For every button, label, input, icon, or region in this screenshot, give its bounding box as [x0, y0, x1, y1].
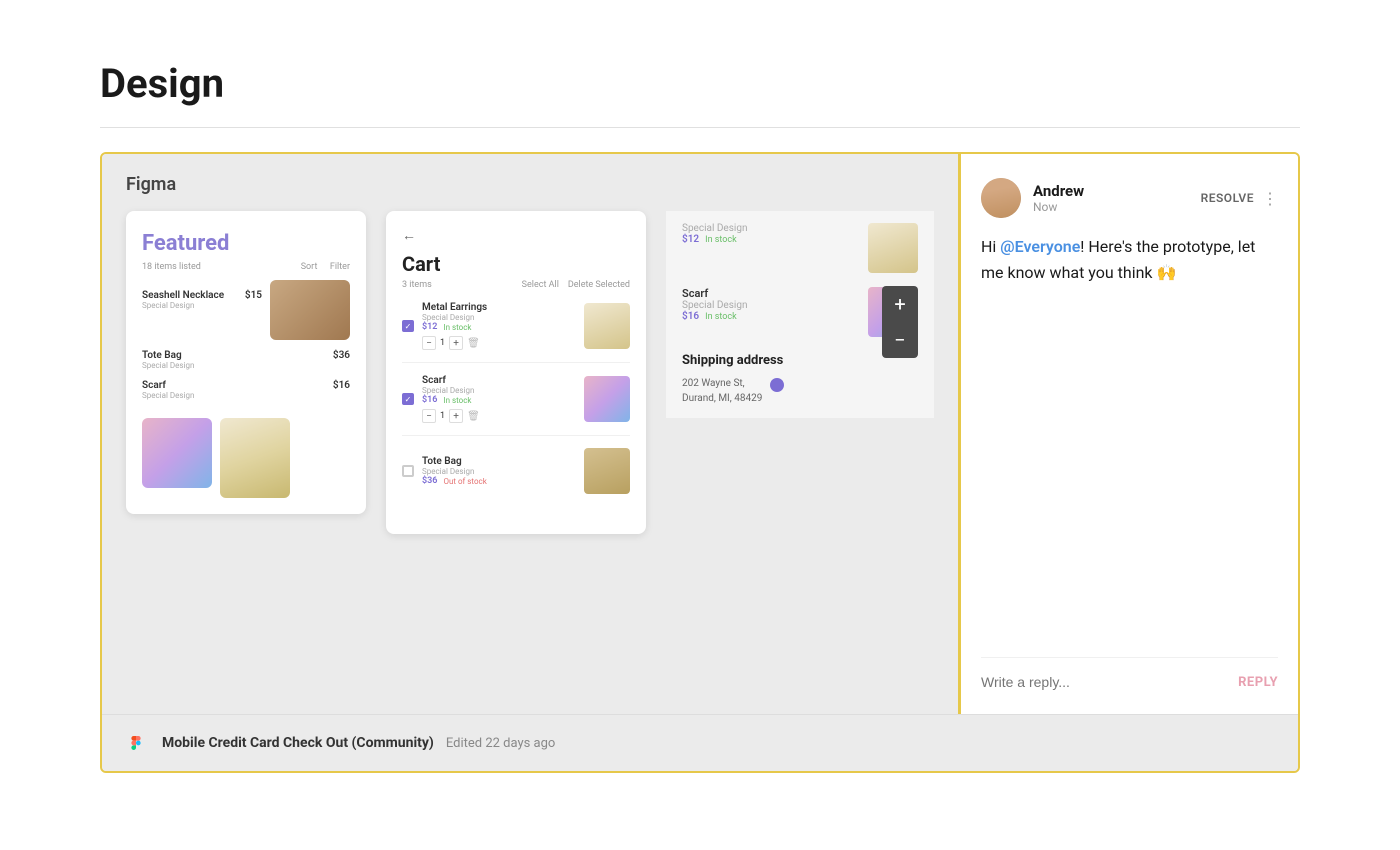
figma-area: Figma Featured 18 items listed Sort [102, 154, 958, 714]
featured-title: Featured [142, 231, 350, 256]
out-of-stock: Out of stock [443, 477, 486, 486]
overlay-earrings-info: Special Design $12 In stock [682, 223, 858, 245]
avatar [981, 178, 1021, 218]
stepper-earrings: − 1 + 🗑 [422, 336, 576, 350]
comment-reply-area: REPLY [981, 657, 1278, 690]
cart-items-count: 3 items [402, 280, 432, 290]
cart-item-earrings-info: Metal Earrings Special Design $12 In sto… [422, 302, 576, 350]
stepper-plus-earrings[interactable]: + [449, 336, 463, 350]
cart-scarf-image [584, 376, 630, 422]
frame-featured: Featured 18 items listed Sort Filter [126, 211, 366, 514]
overlay-earring-image [868, 223, 918, 273]
page-container: Design Figma Featured 18 items listed S [100, 60, 1300, 773]
cart-title: Cart [402, 252, 630, 276]
select-all-label[interactable]: Select All [522, 280, 559, 290]
stepper-scarf: − 1 + 🗑 [422, 409, 576, 423]
stepper-plus-scarf[interactable]: + [449, 409, 463, 423]
resolve-button[interactable]: RESOLVE [1201, 191, 1254, 205]
earrings-image [220, 418, 290, 498]
overlay-scarf-info: Scarf Special Design $16 In stock [682, 287, 858, 322]
cart-meta: 3 items Select All Delete Selected [402, 280, 630, 290]
cart-checkbox-scarf[interactable]: ✓ [402, 393, 414, 405]
more-options-icon[interactable]: ⋮ [1262, 189, 1278, 208]
cart-item-earrings: ✓ Metal Earrings Special Design $12 In s… [402, 302, 630, 363]
page-title: Design [100, 60, 1300, 107]
frame-cart: ← Cart 3 items Select All Delete Selecte… [386, 211, 646, 534]
cart-tote-image [584, 448, 630, 494]
comment-body: Hi @Everyone! Here's the prototype, let … [981, 234, 1278, 633]
footer-title: Mobile Credit Card Check Out (Community) [162, 735, 434, 751]
cart-item-tote-info: Tote Bag Special Design $36 Out of stock [422, 456, 576, 486]
featured-subtitle: 18 items listed Sort Filter [142, 262, 350, 272]
figma-label: Figma [126, 174, 934, 195]
comment-author: Andrew [1033, 182, 1201, 200]
footer-subtitle: Edited 22 days ago [446, 736, 555, 751]
comment-body-text: Hi [981, 237, 1000, 256]
cart-back-icon[interactable]: ← [402, 227, 630, 244]
divider [100, 127, 1300, 128]
comment-mention: @Everyone [1000, 237, 1080, 256]
product-scarf: Scarf Special Design $16 [142, 380, 350, 400]
figma-icon [122, 729, 150, 757]
cart-checkbox-earrings[interactable]: ✓ [402, 320, 414, 332]
overlay-earrings: Special Design $12 In stock [682, 223, 918, 273]
frame-featured-inner: Featured 18 items listed Sort Filter [126, 211, 366, 514]
card-footer: Mobile Credit Card Check Out (Community)… [102, 714, 1298, 771]
stepper-minus-scarf[interactable]: − [422, 409, 436, 423]
comment-panel: Andrew Now RESOLVE ⋮ Hi @Everyone! Here'… [958, 154, 1298, 714]
cart-item-tote: Tote Bag Special Design $36 Out of stock [402, 448, 630, 506]
delete-earrings[interactable]: 🗑 [467, 338, 480, 349]
cart-item-scarf: ✓ Scarf Special Design $16 In stock [402, 375, 630, 436]
avatar-face [981, 178, 1021, 218]
delete-scarf[interactable]: 🗑 [467, 411, 480, 422]
cart-item-scarf-info: Scarf Special Design $16 In stock − 1 [422, 375, 576, 423]
scarf-image [142, 418, 212, 488]
cart-earring-image [584, 303, 630, 349]
comment-time: Now [1033, 200, 1201, 214]
tote-image [270, 280, 350, 340]
card-content: Figma Featured 18 items listed Sort [102, 154, 1298, 714]
sort-filter: Sort Filter [301, 262, 350, 272]
zoom-controls: + − [882, 286, 918, 358]
reply-button[interactable]: REPLY [1238, 675, 1278, 690]
main-card: Figma Featured 18 items listed Sort [100, 152, 1300, 773]
product-tote2: Tote Bag Special Design $36 [142, 350, 350, 370]
reply-input[interactable] [981, 674, 1238, 690]
zoom-in-button[interactable]: + [882, 286, 918, 322]
cart-checkbox-tote[interactable] [402, 465, 414, 477]
cart-actions: Select All Delete Selected [522, 280, 630, 290]
sort-label[interactable]: Sort [301, 262, 318, 272]
right-overlay: Special Design $12 In stock [666, 211, 934, 418]
figma-frames: Featured 18 items listed Sort Filter [126, 211, 934, 534]
items-listed: 18 items listed [142, 262, 201, 272]
comment-header: Andrew Now RESOLVE ⋮ [981, 178, 1278, 218]
delete-selected-label[interactable]: Delete Selected [568, 280, 630, 290]
shipping-address: 202 Wayne St, Durand, MI, 48429 [682, 376, 762, 406]
comment-author-info: Andrew Now [1033, 182, 1201, 214]
product-row: Tote Bag Special Design $36 Scarf [142, 350, 350, 410]
stepper-minus-earrings[interactable]: − [422, 336, 436, 350]
shipping-section: Shipping address 202 Wayne St, Durand, M… [682, 353, 918, 406]
filter-label[interactable]: Filter [330, 262, 350, 272]
product-tote: Seashell Necklace Special Design $15 [142, 290, 262, 310]
frame-cart-inner: ← Cart 3 items Select All Delete Selecte… [386, 211, 646, 534]
shipping-radio[interactable] [770, 378, 784, 392]
zoom-out-button[interactable]: − [882, 322, 918, 358]
